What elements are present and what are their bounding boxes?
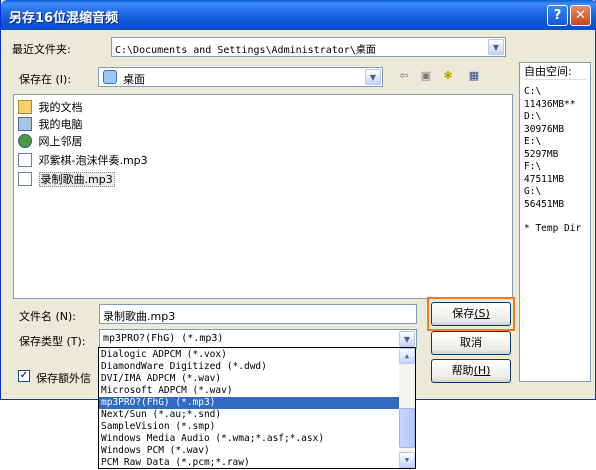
help-button-label: 帮助 [451, 364, 474, 377]
free-space-line: 5297MB [524, 148, 559, 160]
list-item[interactable]: 我的电脑 [18, 116, 83, 132]
filetype-dropdown-list[interactable]: Dialogic ADPCM (*.vox) DiamondWare Digit… [98, 347, 416, 469]
free-space-panel: 自由空间: C:\ 11436MB** D:\ 30976MB E:\ 5297… [519, 62, 591, 382]
filetype-value: mp3PRO?(FhG) (*.mp3) [103, 333, 224, 344]
dropdown-option[interactable]: PCM Raw Data (*.pcm;*.raw) [99, 457, 399, 468]
file-name: 网上邻居 [38, 135, 83, 148]
free-space-line: G:\ [524, 186, 542, 197]
free-space-line: 11436MB** [524, 98, 576, 110]
file-name: 我的文档 [38, 101, 83, 114]
desktop-icon [103, 70, 117, 84]
dropdown-option[interactable]: SampleVision (*.smp) [99, 421, 399, 433]
back-icon[interactable]: ⇦ [395, 69, 413, 85]
window-title: 另存16位混缩音频 [9, 11, 119, 26]
free-space-line: 30976MB [524, 123, 565, 135]
list-item[interactable]: 网上邻居 [18, 133, 83, 149]
dropdown-option[interactable]: DiamondWare Digitized (*.dwd) [99, 361, 399, 373]
save-button[interactable]: 保存(S) [431, 302, 511, 326]
help-title-button[interactable]: ? [547, 5, 568, 26]
folder-icon [18, 100, 32, 114]
dropdown-option[interactable]: DVI/IMA ADPCM (*.wav) [99, 373, 399, 385]
save-button-label: 保存 [452, 307, 475, 320]
extra-info-checkbox[interactable]: ✓ [18, 370, 30, 382]
filename-field[interactable]: 录制歌曲.mp3 [99, 304, 417, 324]
free-space-line: 56451MB [524, 198, 565, 210]
list-item[interactable]: 邓紫棋-泡沫伴奏.mp3 [18, 152, 148, 168]
title-bar[interactable]: 另存16位混缩音频 ? ✕ [1, 0, 596, 30]
help-button[interactable]: 帮助(H) [431, 359, 511, 383]
audio-file-icon [18, 172, 32, 186]
recent-folder-value: C:\Documents and Settings\Administrator\… [115, 45, 376, 56]
dropdown-option[interactable]: Windows PCM (*.wav) [99, 445, 399, 457]
chevron-down-icon[interactable]: ▼ [365, 69, 381, 85]
file-list[interactable]: 我的文档 我的电脑 网上邻居 邓紫棋-泡沫伴奏.mp3 录制歌曲.mp3 [13, 94, 513, 299]
filename-value: 录制歌曲.mp3 [103, 310, 176, 323]
filename-label: 文件名 (N): [19, 310, 77, 323]
dropdown-option[interactable]: Windows Media Audio (*.wma;*.asf;*.asx) [99, 433, 399, 445]
close-button[interactable]: ✕ [570, 5, 591, 26]
scroll-down-icon[interactable]: ▼ [399, 452, 415, 468]
free-space-header: 自由空间: [524, 65, 586, 80]
dropdown-option-selected[interactable]: mp3PRO?(FhG) (*.mp3) [99, 397, 399, 409]
audio-file-icon [18, 153, 32, 167]
dropdown-option[interactable]: Next/Sun (*.au;*.snd) [99, 409, 399, 421]
save-in-combo[interactable]: 桌面 ▼ [98, 67, 383, 87]
computer-icon [18, 117, 32, 131]
scroll-thumb[interactable] [399, 408, 415, 448]
chevron-down-icon[interactable]: ▼ [488, 39, 504, 55]
recent-folder-label: 最近文件夹: [12, 43, 71, 56]
file-name: 录制歌曲.mp3 [38, 172, 115, 187]
list-item[interactable]: 录制歌曲.mp3 [18, 171, 115, 187]
help-button-key: (H) [473, 364, 491, 377]
save-dialog: 另存16位混缩音频 ? ✕ 最近文件夹: C:\Documents and Se… [0, 0, 596, 400]
file-name: 我的电脑 [38, 118, 83, 131]
filetype-label: 保存类型 (T): [19, 335, 86, 348]
new-folder-icon[interactable]: ✱ [439, 69, 457, 85]
extra-info-label: 保存额外信 [36, 372, 91, 385]
free-space-line: 47511MB [524, 173, 565, 185]
view-menu-icon[interactable]: ▦ [461, 69, 487, 85]
dropdown-option[interactable]: Dialogic ADPCM (*.vox) [99, 349, 399, 361]
free-space-line: C:\ [524, 86, 542, 97]
free-space-line [524, 211, 586, 223]
chevron-down-icon[interactable]: ▼ [399, 331, 415, 347]
save-in-value: 桌面 [123, 73, 145, 86]
free-space-line: F:\ [524, 161, 542, 172]
dropdown-option[interactable]: Microsoft ADPCM (*.wav) [99, 385, 399, 397]
save-in-label: 保存在 (I): [19, 73, 72, 86]
cancel-button[interactable]: 取消 [431, 331, 511, 355]
list-item[interactable]: 我的文档 [18, 99, 83, 115]
free-space-line: * Temp Dir [524, 223, 582, 234]
up-folder-icon[interactable]: ▣ [417, 69, 435, 85]
filetype-combo[interactable]: mp3PRO?(FhG) (*.mp3) ▼ [99, 329, 417, 349]
free-space-line: E:\ [524, 136, 542, 147]
free-space-line: D:\ [524, 111, 542, 122]
file-name: 邓紫棋-泡沫伴奏.mp3 [38, 154, 148, 167]
recent-folder-combo[interactable]: C:\Documents and Settings\Administrator\… [111, 37, 506, 57]
dropdown-scrollbar[interactable]: ▲ ▼ [399, 348, 415, 468]
save-button-key: (S) [474, 307, 490, 320]
scroll-up-icon[interactable]: ▲ [399, 348, 415, 364]
network-icon [18, 134, 32, 148]
